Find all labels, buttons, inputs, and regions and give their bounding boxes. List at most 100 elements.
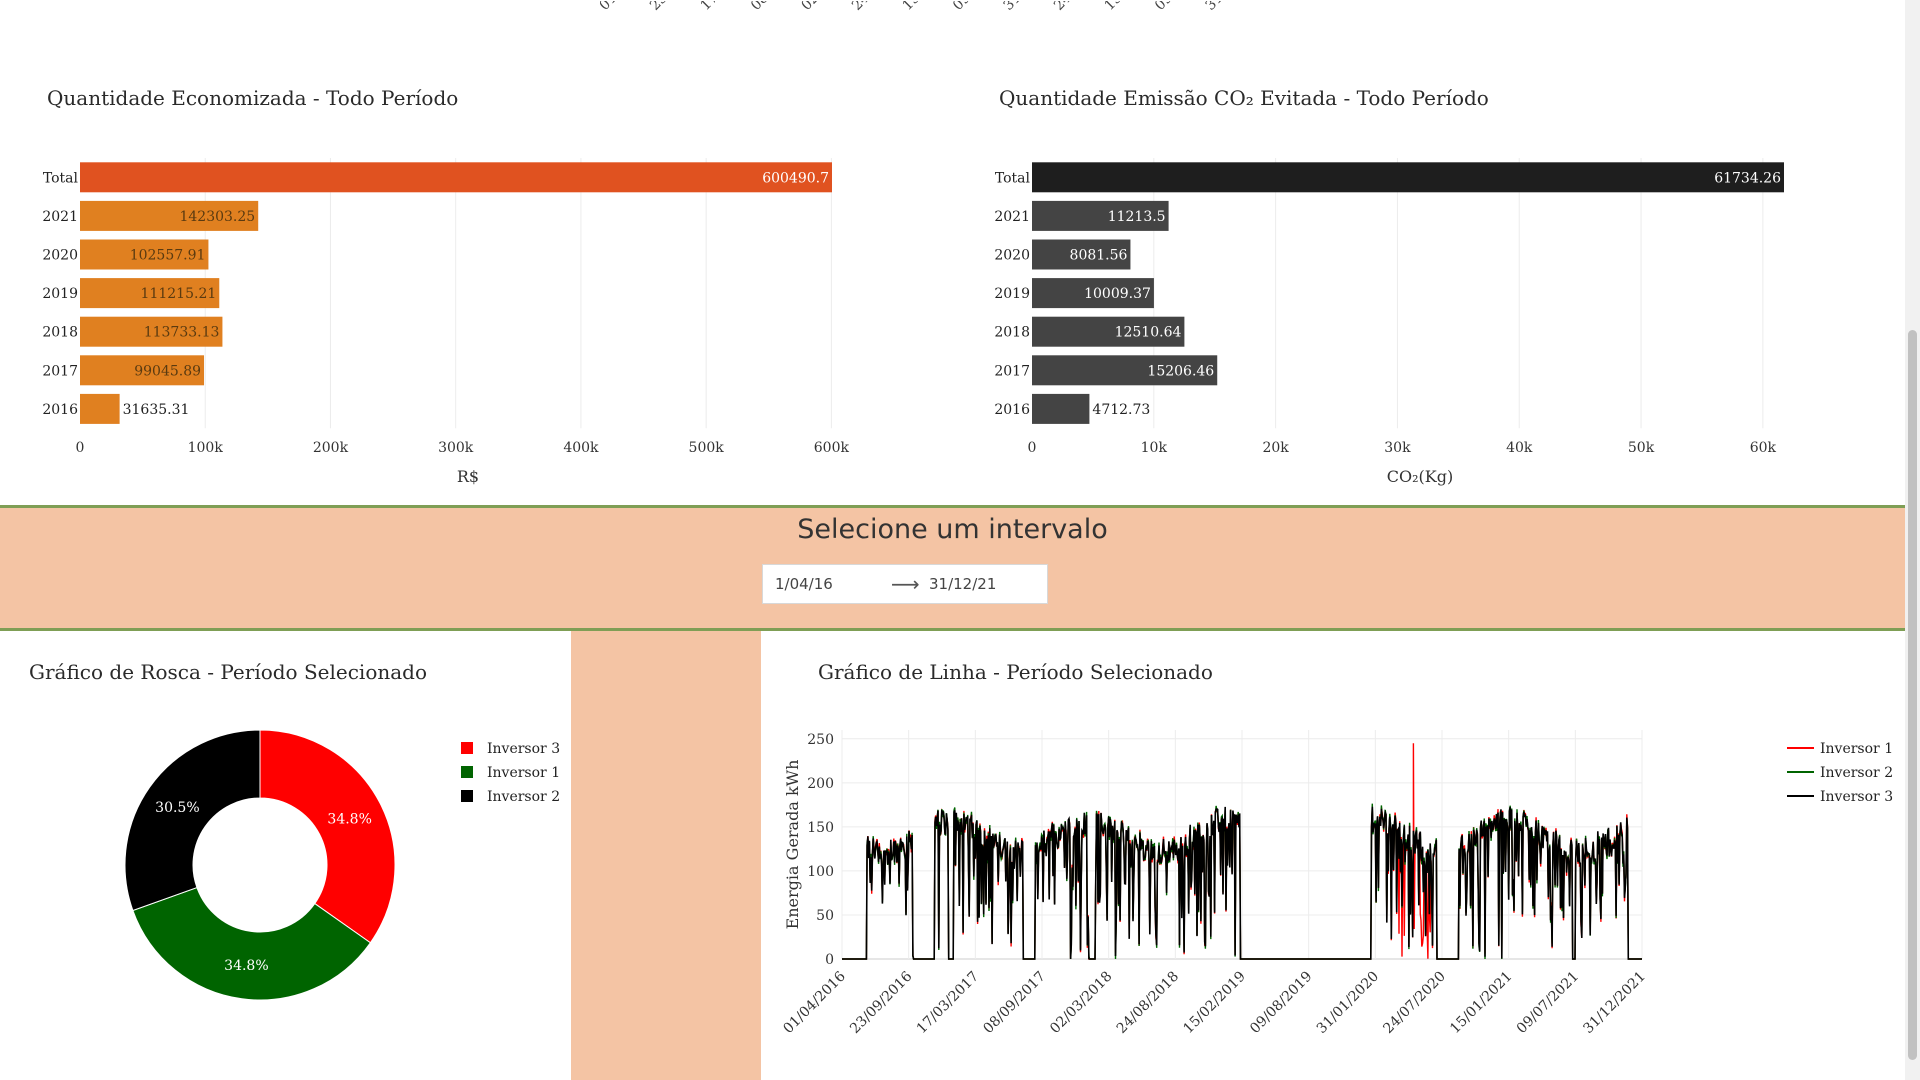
y-tick-label: 2016 — [994, 402, 1030, 418]
bar-value-label: 4712.73 — [1092, 402, 1150, 418]
x-tick-label: 17/03/2017 — [914, 969, 982, 1037]
x-tick-label: 08/09/2017 — [980, 969, 1048, 1037]
x-tick-label: 500k — [689, 440, 725, 456]
donut-chart: 34.8% 34.8% 30.5% Inversor 3 Inversor 1 Inver… — [124, 729, 560, 1001]
x-tick-label: 100k — [188, 440, 224, 456]
cutoff-tick-label: 15 — [900, 1, 924, 14]
bar-2016 — [80, 393, 120, 424]
y-tick-label: 250 — [807, 732, 834, 748]
bar-value-label: 31635.31 — [123, 402, 190, 418]
line-chart-title: Gráfico de Linha - Período Selecionado — [818, 660, 1213, 684]
x-tick-label: 15/01/2021 — [1447, 969, 1515, 1037]
donut-slice — [124, 729, 261, 912]
x-tick-label: 600k — [814, 440, 850, 456]
x-tick-label: 15/02/2019 — [1180, 969, 1248, 1037]
x-tick-label: 02/03/2018 — [1047, 969, 1115, 1037]
date-range-picker[interactable]: 1/04/16 ⟶ 31/12/21 — [762, 564, 1048, 604]
y-tick-label: 2018 — [994, 325, 1030, 341]
bar-chart-1-title: Quantidade Economizada - Todo Período — [47, 86, 459, 110]
bar-value-label: 12510.64 — [1115, 325, 1182, 341]
bar-total — [1032, 162, 1784, 193]
legend-label: Inversor 3 — [487, 741, 560, 757]
x-tick-label: 300k — [438, 440, 474, 456]
y-tick-label: 2019 — [42, 286, 78, 302]
cutoff-axis-ticks: 01 23 17 08 02 24 15 09 31 24 15 09 31 — [597, 0, 1300, 19]
bar-value-label: 15206.46 — [1147, 363, 1214, 379]
x-tick-label: 0 — [1028, 440, 1037, 456]
bar-2016 — [1032, 393, 1090, 424]
cutoff-tick-label: 15 — [1102, 1, 1126, 14]
cutoff-tick-label: 09 — [1152, 1, 1176, 14]
start-date-input[interactable]: 1/04/16 — [763, 566, 891, 602]
bar-chart-2-title: Quantidade Emissão CO₂ Evitada - Todo Pe… — [999, 86, 1489, 110]
cutoff-tick-label: 01 — [600, 1, 620, 14]
x-tick-label: 0 — [76, 440, 85, 456]
date-range-section: Selecione um intervalo 1/04/16 ⟶ 31/12/2… — [0, 505, 1905, 631]
y-tick-label: 2016 — [42, 402, 78, 418]
x-tick-label: 09/08/2019 — [1247, 969, 1315, 1037]
bar-value-label: 142303.25 — [179, 209, 255, 225]
y-axis-title: Energia Gerada kWh — [783, 760, 802, 930]
legend-swatch — [461, 790, 473, 802]
y-tick-label: 2021 — [994, 209, 1030, 225]
x-tick-label: 01/04/2016 — [780, 968, 848, 1036]
legend-label: Inversor 1 — [1820, 741, 1893, 757]
x-axis-title: CO₂(Kg) — [1387, 467, 1453, 486]
x-tick-label: 20k — [1262, 440, 1289, 456]
y-tick-label: 2021 — [42, 209, 78, 225]
x-tick-label: 23/09/2016 — [847, 968, 915, 1036]
bar-chart-co2: 0 10k 20k 30k 40k 50k 60k Total 61734.26 2021 1121… — [994, 158, 1784, 486]
y-tick-label: Total — [43, 170, 79, 186]
y-tick-label: 0 — [825, 952, 834, 968]
cutoff-tick-label: 17 — [698, 1, 722, 14]
bar-chart-savings: 0 100k 200k 300k 400k 500k 600k Total 600490.7 20… — [42, 158, 850, 486]
donut-slice-label: 34.8% — [224, 958, 268, 974]
x-tick-label: 09/07/2021 — [1514, 969, 1582, 1037]
legend-swatch — [461, 742, 473, 754]
cutoff-tick-label: 23 — [647, 1, 671, 14]
x-axis-title: R$ — [457, 467, 479, 486]
cutoff-ticks-svg: 01 23 17 08 02 24 15 09 31 24 15 09 31 — [597, 0, 1227, 14]
x-tick-label: 24/07/2020 — [1380, 969, 1448, 1037]
x-tick-label: 31/01/2020 — [1314, 969, 1382, 1037]
cutoff-tick-label: 31 — [1001, 1, 1025, 14]
bar-value-label: 600490.7 — [762, 170, 829, 186]
y-tick-label: 100 — [807, 864, 834, 880]
x-tick-label: 400k — [563, 440, 599, 456]
cutoff-tick-label: 24 — [1051, 1, 1075, 14]
y-tick-label: 2020 — [994, 248, 1030, 264]
bar-value-label: 8081.56 — [1070, 248, 1128, 264]
bar-value-label: 61734.26 — [1714, 170, 1781, 186]
legend-label: Inversor 2 — [1820, 765, 1893, 781]
scrollbar-thumb[interactable] — [1908, 330, 1917, 1060]
y-tick-label: 2017 — [994, 363, 1030, 379]
donut-chart-title: Gráfico de Rosca - Período Selecionado — [29, 660, 428, 684]
legend-label: Inversor 1 — [487, 765, 560, 781]
x-tick-label: 31/12/2021 — [1580, 969, 1648, 1037]
y-tick-label: 200 — [807, 776, 834, 792]
legend-label: Inversor 3 — [1820, 789, 1893, 805]
y-tick-label: 2019 — [994, 286, 1030, 302]
legend-swatch — [461, 766, 473, 778]
end-date-input[interactable]: 31/12/21 — [917, 566, 1045, 602]
x-tick-label: 24/08/2018 — [1114, 969, 1182, 1037]
y-tick-label: 50 — [816, 908, 834, 924]
y-tick-label: 2020 — [42, 248, 78, 264]
arrow-right-icon: ⟶ — [891, 572, 920, 596]
bar-total — [80, 162, 832, 193]
bar-value-label: 111215.21 — [141, 286, 217, 302]
cutoff-tick-label: 02 — [799, 1, 823, 14]
date-range-title: Selecione um intervalo — [797, 514, 1108, 545]
donut-slice-label: 30.5% — [155, 800, 199, 816]
cutoff-tick-label: 31 — [1203, 1, 1227, 14]
cutoff-tick-label: 09 — [950, 1, 974, 14]
decorative-pillar — [571, 631, 761, 1080]
y-tick-label: 150 — [807, 820, 834, 836]
donut-slice-label: 34.8% — [327, 811, 371, 827]
bar-value-label: 113733.13 — [144, 325, 220, 341]
page-scrollbar[interactable] — [1905, 0, 1920, 1080]
y-tick-label: 2017 — [42, 363, 78, 379]
bar-value-label: 99045.89 — [134, 363, 201, 379]
cutoff-tick-label: 08 — [748, 1, 772, 14]
line-chart: 0 50 100 150 200 250 01/04/201623/09/201617/03… — [780, 730, 1893, 1037]
